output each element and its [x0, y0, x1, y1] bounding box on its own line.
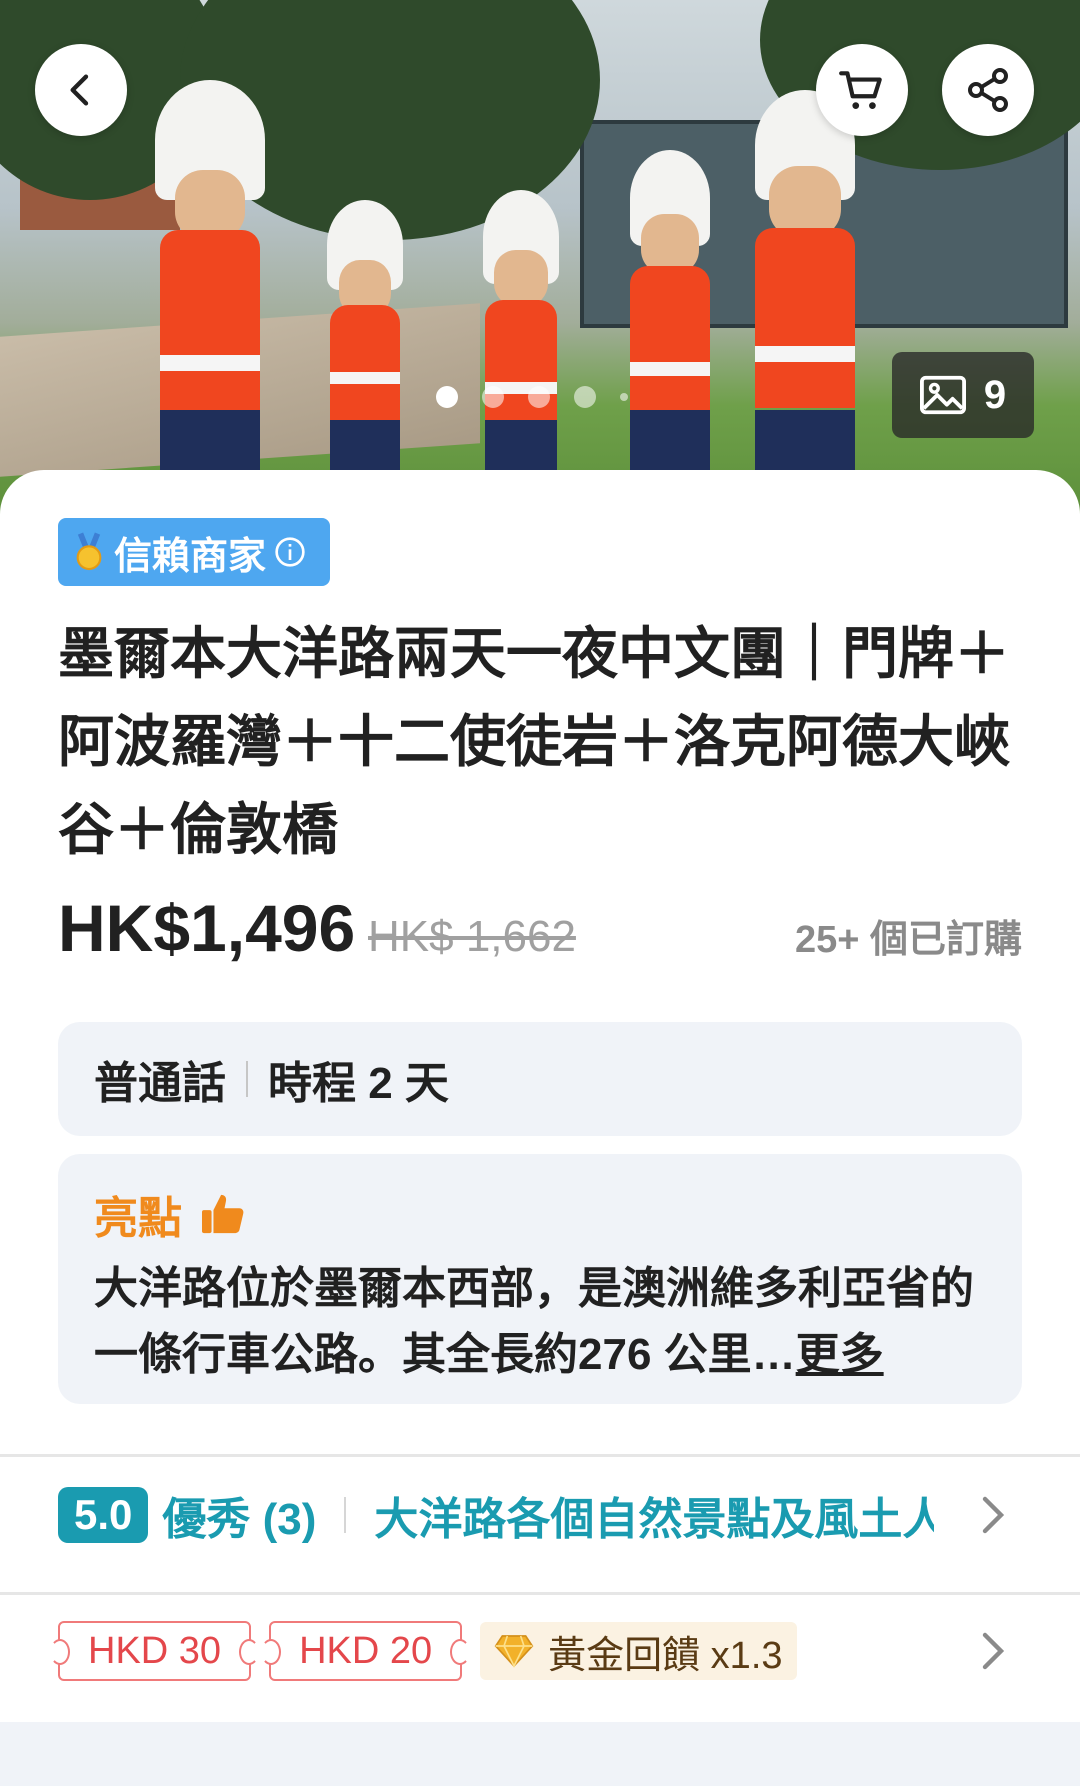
back-button[interactable] [35, 44, 127, 136]
rating-label: 優秀 (3) [162, 1495, 317, 1544]
promotions-row[interactable]: HKD 30 HKD 20 黃金回饋 x1.3 [49, 1606, 1022, 1696]
current-price: HK$1,496 [58, 891, 356, 965]
carousel-dot[interactable] [436, 386, 458, 408]
price-row: HK$1,496 HK$ 1,662 25+ 個已訂購 [58, 890, 1022, 970]
highlights-header: 亮點 [94, 1182, 986, 1246]
bollard-figure [630, 80, 710, 520]
product-detail-sheet: 信賴商家 墨爾本大洋路兩天一夜中文團｜門牌＋阿波羅灣＋十二使徒岩＋洛克阿德大峽谷… [0, 470, 1080, 1786]
photo-count-label: 9 [983, 372, 1007, 417]
chevron-right-icon [982, 1496, 1005, 1534]
gold-reward-label: 黃金回饋 x1.3 [548, 1634, 783, 1677]
reviews-row[interactable]: 5.0 優秀 (3) 大洋路各個自然景點及風土人情 [58, 1470, 1022, 1560]
hero-image[interactable]: 9 [0, 0, 1080, 520]
thumbs-up-icon [202, 1194, 244, 1234]
more-link[interactable]: 更多 [796, 1330, 884, 1379]
tour-info-box: 普通話 時程 2 天 [58, 1022, 1022, 1136]
review-snippet: 大洋路各個自然景點及風土人情 [374, 1495, 935, 1544]
trusted-merchant-badge[interactable]: 信賴商家 [58, 518, 330, 586]
rating-separator [344, 1497, 347, 1533]
info-separator [246, 1061, 248, 1097]
medal-icon [76, 532, 102, 571]
share-button[interactable] [942, 44, 1034, 136]
language-label: 普通話 [94, 1059, 226, 1108]
carousel-indicator [436, 386, 628, 408]
section-divider [0, 1592, 1080, 1595]
highlights-title: 亮點 [94, 1194, 182, 1243]
highlights-text: 大洋路位於墨爾本西部，是澳洲維多利亞省的一條行車公路。其全長約276 公里…更多 [94, 1256, 986, 1388]
chevron-left-icon [70, 74, 89, 106]
carousel-dot[interactable] [620, 393, 628, 401]
bollard-figure [155, 60, 265, 520]
duration-label: 時程 2 天 [268, 1059, 449, 1108]
gold-reward-tag: 黃金回饋 x1.3 [480, 1622, 797, 1680]
coupon-tag: HKD 20 [261, 1621, 471, 1681]
bollard-figure [327, 100, 403, 520]
diamond-icon [494, 1635, 534, 1668]
section-gap [0, 1722, 1080, 1786]
coupon-tag: HKD 30 [49, 1621, 260, 1681]
cart-button[interactable] [816, 44, 908, 136]
trusted-merchant-label: 信賴商家 [114, 535, 267, 578]
product-title: 墨爾本大洋路兩天一夜中文團｜門牌＋阿波羅灣＋十二使徒岩＋洛克阿德大峽谷＋倫敦橋 [58, 622, 1010, 861]
info-icon[interactable] [274, 536, 306, 568]
original-price: HK$ 1,662 [368, 912, 576, 961]
carousel-dot[interactable] [528, 386, 550, 408]
bollard-figure [483, 100, 559, 520]
section-divider [0, 1454, 1080, 1457]
carousel-dot[interactable] [574, 386, 596, 408]
booked-count: 25+ 個已訂購 [794, 919, 1022, 961]
highlights-box[interactable]: 亮點 大洋路位於墨爾本西部，是澳洲維多利亞省的一條行車公路。其全長約276 公里… [58, 1154, 1022, 1404]
photo-gallery-button[interactable]: 9 [892, 352, 1034, 438]
share-icon [968, 68, 1008, 112]
carousel-dot[interactable] [482, 386, 504, 408]
image-icon [919, 375, 966, 415]
rating-score: 5.0 [58, 1487, 149, 1543]
chevron-right-icon [982, 1632, 1005, 1670]
cart-icon [839, 71, 882, 109]
